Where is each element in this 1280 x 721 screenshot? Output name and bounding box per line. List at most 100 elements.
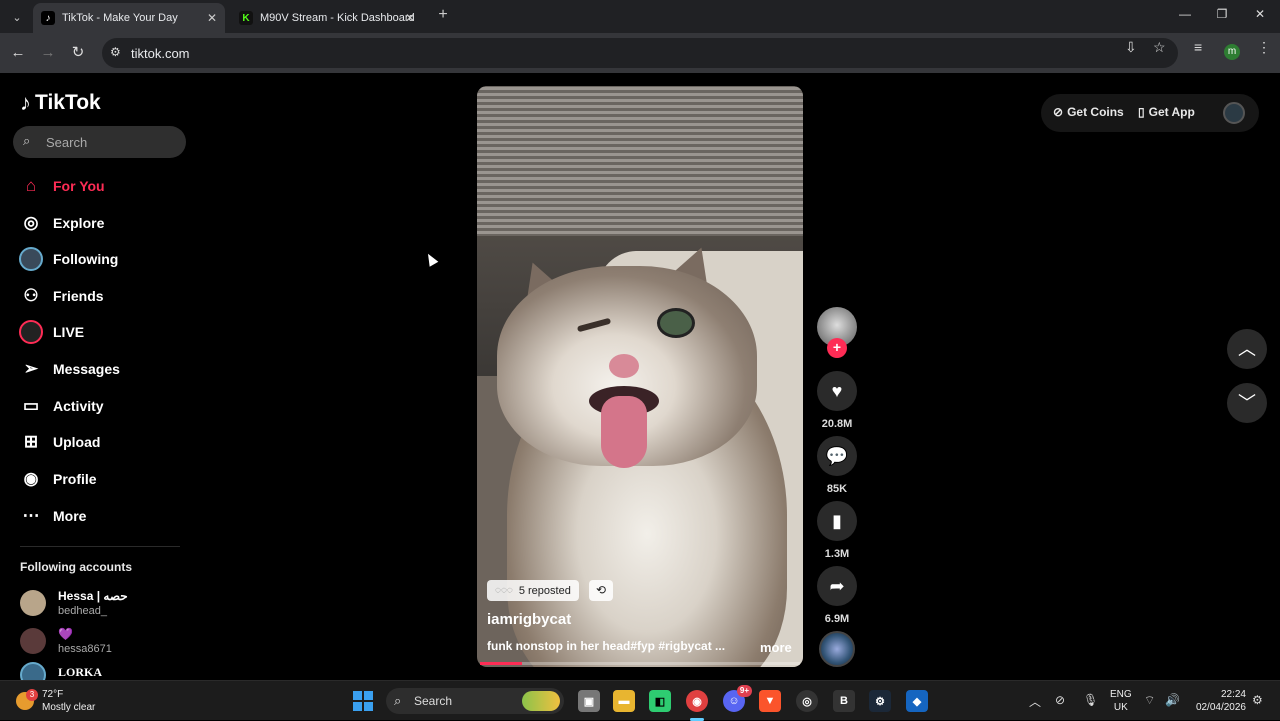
install-app-icon[interactable]: ⇩ (1125, 39, 1137, 56)
rocket-league-icon[interactable]: ◆ (906, 690, 928, 712)
video-progress-bar[interactable] (480, 662, 800, 665)
url-omnibox[interactable]: ⚙ tiktok.com (102, 38, 1178, 68)
next-video-chevron-down-icon[interactable]: ﹀ (1227, 383, 1267, 423)
video-caption: funk nonstop in her head#fyp #rigbycat .… (487, 639, 726, 653)
weather-widget[interactable]: 3 72°F Mostly clear (16, 688, 95, 714)
get-app-button[interactable]: ▯ Get App (1138, 105, 1195, 119)
file-explorer-icon[interactable]: ▬ (613, 690, 635, 712)
brave-icon[interactable]: ▼ (759, 690, 781, 712)
account-name: 💜 (58, 627, 73, 641)
nav-friends[interactable]: ⚇ Friends (18, 282, 103, 310)
close-window-icon[interactable]: ✕ (1250, 7, 1270, 21)
tiktok-note-icon: ♪ (20, 90, 31, 115)
nav-more[interactable]: ⋯ More (18, 502, 87, 530)
get-coins-button[interactable]: ⊘ Get Coins (1053, 105, 1124, 119)
app-icon[interactable]: ◧ (649, 690, 671, 712)
system-clock[interactable]: 22:24 02/04/2026 (1196, 688, 1246, 714)
microphone-icon[interactable]: 🎙 (1083, 693, 1098, 707)
caption-more-link[interactable]: more (760, 640, 792, 655)
restore-icon[interactable]: ❐ (1212, 7, 1232, 21)
following-account-item[interactable]: 💜 hessa8671 (20, 626, 112, 656)
nav-activity[interactable]: ▭ Activity (18, 392, 104, 420)
nav-profile[interactable]: ◉ Profile (18, 465, 97, 493)
bookmark-icon[interactable]: ▮ (817, 501, 857, 541)
tray-overflow-chevron-icon[interactable]: ︿ (1029, 693, 1041, 710)
nav-upload[interactable]: ⊞ Upload (18, 428, 101, 456)
music-disc-icon[interactable] (819, 631, 855, 667)
windows-start-icon[interactable] (353, 691, 373, 711)
minimize-icon[interactable]: — (1175, 7, 1195, 21)
nav-messages[interactable]: ➢ Messages (18, 355, 120, 383)
discord-icon[interactable]: ☺ 9+ (723, 685, 752, 712)
windows-taskbar: 3 72°F Mostly clear ⌕ Search ▣ ▬ ◧ ◉ ☺ 9+… (0, 680, 1280, 721)
friends-icon: ⚇ (23, 286, 39, 305)
user-avatar[interactable] (1223, 102, 1245, 124)
account-username: hessa8671 (58, 643, 112, 655)
site-settings-icon[interactable]: ⚙ (110, 45, 121, 59)
back-icon[interactable]: ← (7, 42, 29, 64)
nav-label: For You (53, 178, 105, 194)
tab-kick[interactable]: K M90V Stream - Kick Dashboard ✕ (231, 3, 423, 33)
video-author[interactable]: iamrigbycat (487, 611, 571, 628)
search-icon: ⌕ (23, 133, 31, 148)
tiktok-favicon-icon: ♪ (41, 11, 55, 25)
nav-label: Upload (53, 434, 101, 450)
weather-badge: 3 (26, 689, 38, 701)
browser-profile-avatar[interactable]: m (1224, 44, 1240, 60)
taskbar-search[interactable]: ⌕ Search (386, 688, 564, 714)
search-icon: ⌕ (394, 693, 402, 708)
avatar (20, 590, 46, 616)
obs-icon[interactable]: ◎ (796, 690, 818, 712)
previous-video-chevron-up-icon[interactable]: ︿ (1227, 329, 1267, 369)
nav-explore[interactable]: ◎ Explore (18, 209, 105, 237)
volume-icon[interactable]: 🔊 (1165, 693, 1180, 707)
following-avatar-icon (18, 246, 44, 272)
reload-icon[interactable]: ↻ (67, 42, 89, 64)
share-count: 6.9M (824, 613, 850, 625)
forward-icon[interactable]: → (37, 42, 59, 64)
share-arrow-icon[interactable]: ➦ (817, 566, 857, 606)
repost-icon[interactable]: ⟲ (589, 580, 613, 601)
close-tab-icon[interactable]: ✕ (207, 11, 217, 25)
browser-menu-icon[interactable]: ⋮ (1257, 39, 1271, 56)
task-view-icon[interactable]: ▣ (578, 690, 600, 712)
nav-for-you[interactable]: ⌂ For You (18, 172, 105, 200)
kick-favicon-icon: K (239, 11, 253, 25)
new-tab-icon[interactable]: + (433, 6, 453, 24)
live-icon (18, 319, 44, 345)
follow-plus-icon[interactable]: + (827, 338, 847, 358)
steam-icon[interactable]: ⚙ (869, 690, 891, 712)
following-accounts-title: Following accounts (20, 560, 133, 574)
heart-icon[interactable]: ♥ (817, 371, 857, 411)
share-action[interactable]: ➦ 6.9M (817, 566, 857, 625)
search-highlight-image (522, 691, 560, 711)
following-account-item[interactable]: LORKA (20, 662, 102, 680)
nav-live[interactable]: LIVE (18, 318, 84, 346)
tiktok-logo[interactable]: ♪ TikTok (20, 90, 101, 116)
wifi-icon[interactable]: ⌔ (1144, 693, 1155, 708)
nav-label: More (53, 508, 87, 524)
comment-action[interactable]: 💬 85K (817, 436, 857, 495)
get-app-label: Get App (1148, 105, 1195, 119)
repost-avatars-icon: ◌◌◌ (495, 585, 513, 596)
app-icon[interactable]: B (833, 690, 855, 712)
following-account-item[interactable]: Hessa | حصه bedhead_ (20, 588, 128, 618)
nav-following[interactable]: Following (18, 245, 118, 273)
tab-search-chevron-icon[interactable]: ⌄ (6, 6, 28, 28)
reposted-pill[interactable]: ◌◌◌ 5 reposted (487, 580, 579, 601)
bookmark-star-icon[interactable]: ☆ (1153, 39, 1166, 56)
language-indicator[interactable]: ENG UK (1110, 688, 1132, 714)
media-controls-icon[interactable]: ≡ (1194, 39, 1202, 55)
comment-icon[interactable]: 💬 (817, 436, 857, 476)
save-action[interactable]: ▮ 1.3M (817, 501, 857, 560)
settings-gear-icon[interactable]: ⚙ (1252, 693, 1263, 707)
chrome-icon[interactable]: ◉ (686, 690, 708, 712)
language-code: ENG (1110, 689, 1132, 700)
mouse-cursor (423, 251, 439, 267)
tab-tiktok[interactable]: ♪ TikTok - Make Your Day ✕ (33, 3, 225, 33)
like-action[interactable]: ♥ 20.8M (817, 371, 857, 430)
network-off-icon[interactable]: ⊘ (1055, 693, 1065, 707)
search-input[interactable]: ⌕ Search (13, 126, 186, 158)
close-tab-icon[interactable]: ✕ (405, 11, 415, 25)
plus-box-icon: ⊞ (23, 432, 39, 451)
